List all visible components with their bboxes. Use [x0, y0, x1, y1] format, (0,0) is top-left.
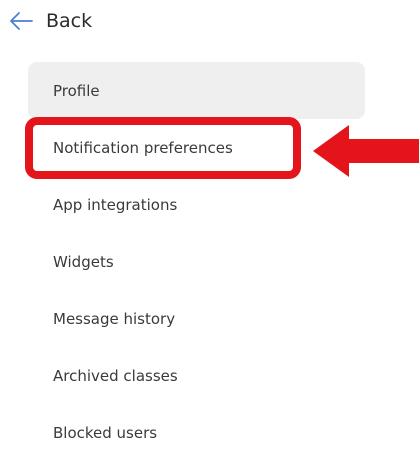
arrow-left-icon — [8, 8, 34, 34]
menu-item-blocked-users[interactable]: Blocked users — [28, 404, 365, 461]
settings-menu: Profile Notification preferences App int… — [28, 62, 365, 461]
menu-item-archived-classes[interactable]: Archived classes — [28, 347, 365, 404]
menu-item-message-history[interactable]: Message history — [28, 290, 365, 347]
back-button[interactable]: Back — [8, 6, 92, 36]
menu-item-app-integrations[interactable]: App integrations — [28, 176, 365, 233]
menu-item-widgets[interactable]: Widgets — [28, 233, 365, 290]
menu-item-profile[interactable]: Profile — [28, 62, 365, 119]
menu-item-notification-preferences[interactable]: Notification preferences — [28, 119, 365, 176]
back-label: Back — [46, 10, 93, 32]
